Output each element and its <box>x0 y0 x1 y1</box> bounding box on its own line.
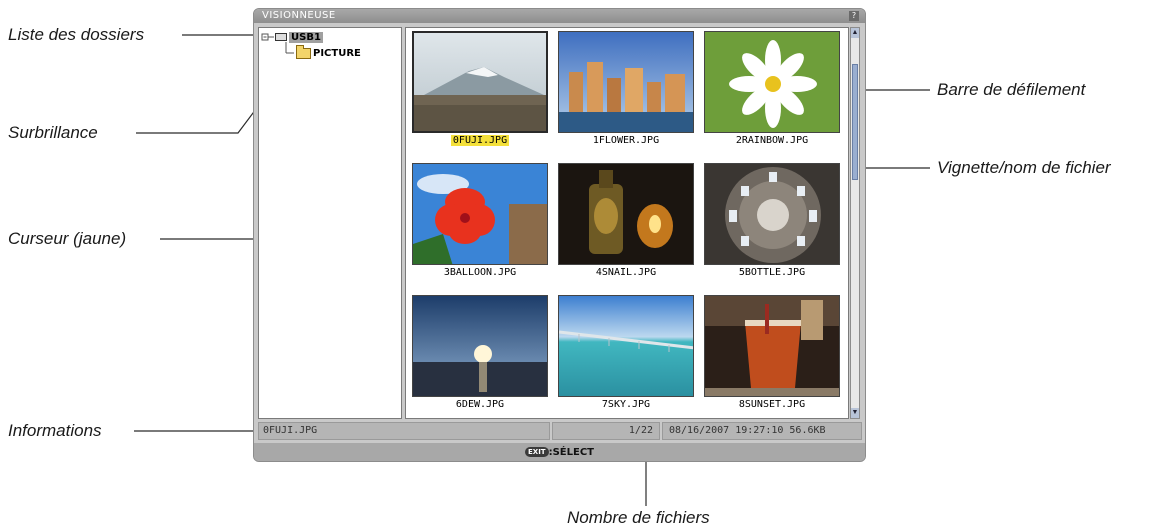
info-filename: 0FUJI.JPG <box>258 422 550 440</box>
thumbnail-image-bottle[interactable] <box>704 163 840 265</box>
thumbnail-item[interactable]: 2RAINBOW.JPG <box>700 28 840 160</box>
info-file-count: 1/22 <box>552 422 660 440</box>
thumbnail-image-snail[interactable] <box>558 163 694 265</box>
thumbnail-image-fuji[interactable] <box>412 31 548 133</box>
callout-folder-list: Liste des dossiers <box>8 25 145 44</box>
dome-photo <box>705 164 839 264</box>
thumbnail-image-flower[interactable] <box>558 31 694 133</box>
thumbnail-grid: 0FUJI.JPG 1FLOWER.JPG 2RAINBOW.JPG 3BALL… <box>405 27 849 419</box>
thumbnail-caption: 5BOTTLE.JPG <box>738 267 806 278</box>
title-bar: VISIONNEUSE ? <box>254 9 865 23</box>
thumbnail-item[interactable]: 8SUNSET.JPG <box>700 292 840 424</box>
thumbnail-image-sunset[interactable] <box>704 295 840 397</box>
folder-tree: USB1 PICTURE <box>258 27 402 419</box>
thumbnail-caption: 4SNAIL.JPG <box>595 267 657 278</box>
footer-action: :SÉLECT <box>548 447 594 458</box>
thumbnail-caption: 7SKY.JPG <box>601 399 651 410</box>
tree-item-usb1-label: USB1 <box>289 31 323 43</box>
thumbnail-item[interactable]: 5BOTTLE.JPG <box>700 160 840 292</box>
thumbnail-caption: 6DEW.JPG <box>455 399 505 410</box>
scrollbar[interactable]: ▲ ▼ <box>850 27 860 419</box>
info-datetime-size: 08/16/2007 19:27:10 56.6KB <box>662 422 862 440</box>
scroll-down-icon[interactable]: ▼ <box>851 408 859 418</box>
help-icon[interactable]: ? <box>849 11 859 21</box>
bottle-candle-photo <box>559 164 693 264</box>
sunset-sea-photo <box>413 296 547 396</box>
callout-file-count: Nombre de fichiers <box>567 508 710 527</box>
daisy-photo <box>705 32 839 132</box>
thumbnail-item[interactable]: 6DEW.JPG <box>408 292 548 424</box>
thumbnail-caption: 3BALLOON.JPG <box>443 267 517 278</box>
hibiscus-photo <box>413 164 547 264</box>
thumbnail-image-rainbow[interactable] <box>704 31 840 133</box>
drive-icon <box>275 33 287 41</box>
cursor-caption: 0FUJI.JPG <box>450 135 510 146</box>
tree-item-picture[interactable]: PICTURE <box>296 44 361 60</box>
scrollbar-thumb[interactable] <box>852 64 858 180</box>
exit-key-icon: EXIT <box>525 447 549 457</box>
tree-item-usb1[interactable]: USB1 <box>275 30 323 44</box>
thumbnail-caption: 8SUNSET.JPG <box>738 399 806 410</box>
thumbnail-image-dew[interactable] <box>412 295 548 397</box>
glass-drink-photo <box>705 296 839 396</box>
city-photo <box>559 32 693 132</box>
scroll-up-icon[interactable]: ▲ <box>851 28 859 38</box>
thumbnail-caption: 0FUJI.JPG <box>408 135 552 146</box>
callout-scrollbar: Barre de défilement <box>937 80 1086 99</box>
footer-hint: EXIT:SÉLECT <box>254 443 865 461</box>
bridge-sea-photo <box>559 296 693 396</box>
thumbnail-item[interactable]: 7SKY.JPG <box>554 292 694 424</box>
thumbnail-item[interactable]: 0FUJI.JPG <box>408 28 548 160</box>
thumbnail-image-balloon[interactable] <box>412 163 548 265</box>
viewer-window: VISIONNEUSE ? USB1 PICTURE 0FUJI.JPG 1FL… <box>253 8 866 462</box>
folder-icon <box>296 44 311 59</box>
callout-thumbnail-filename: Vignette/nom de fichier <box>937 158 1111 177</box>
callout-information: Informations <box>8 421 102 440</box>
window-title: VISIONNEUSE <box>262 10 336 21</box>
thumbnail-image-sky[interactable] <box>558 295 694 397</box>
callout-highlight: Surbrillance <box>8 123 98 142</box>
callout-cursor: Curseur (jaune) <box>8 229 127 248</box>
thumbnail-caption: 1FLOWER.JPG <box>592 135 660 146</box>
thumbnail-item[interactable]: 1FLOWER.JPG <box>554 28 694 160</box>
tree-item-picture-label: PICTURE <box>313 47 361 59</box>
mountain-photo <box>414 33 546 131</box>
thumbnail-item[interactable]: 3BALLOON.JPG <box>408 160 548 292</box>
thumbnail-caption: 2RAINBOW.JPG <box>735 135 809 146</box>
thumbnail-item[interactable]: 4SNAIL.JPG <box>554 160 694 292</box>
